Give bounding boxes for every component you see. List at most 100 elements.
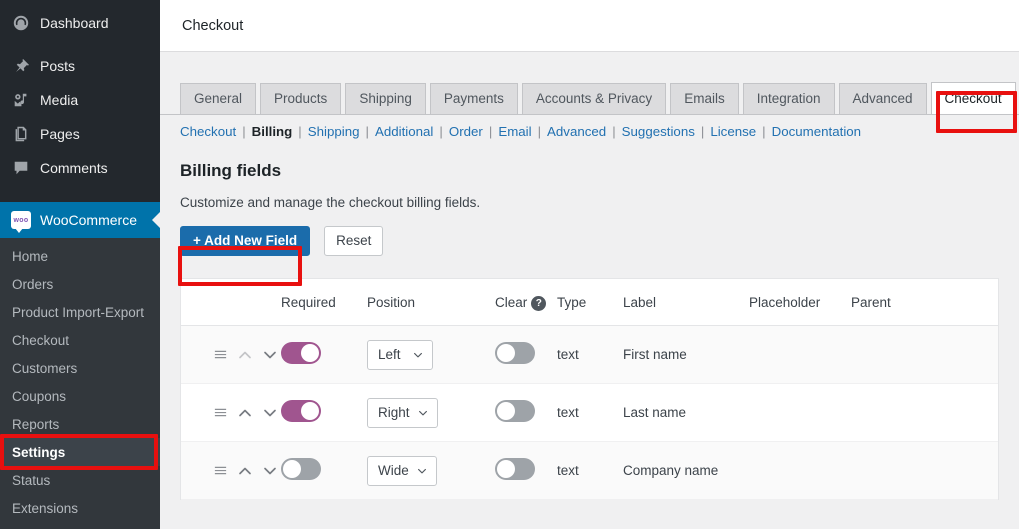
- submenu-item-label: Settings: [12, 444, 66, 460]
- submenu-item-home[interactable]: Home: [0, 242, 160, 270]
- tab-label: Checkout: [944, 91, 1002, 106]
- required-toggle[interactable]: [281, 458, 321, 480]
- submenu-item-label: Status: [12, 472, 51, 488]
- subnav-link-checkout[interactable]: Checkout: [180, 124, 236, 139]
- submenu-item-label: Reports: [12, 416, 60, 432]
- sidebar-divider: [0, 185, 160, 194]
- subnav-link-advanced[interactable]: Advanced: [547, 124, 606, 139]
- drag-handle-icon[interactable]: [213, 347, 228, 362]
- settings-content: General Products Shipping Payments Accou…: [160, 52, 1019, 500]
- sidebar-item-dashboard[interactable]: Dashboard: [0, 6, 160, 40]
- drag-handle-icon[interactable]: [213, 463, 228, 478]
- subnav-link-billing[interactable]: Billing: [252, 124, 293, 139]
- sidebar-item-pages[interactable]: Pages: [0, 117, 160, 151]
- move-up-icon[interactable]: [237, 347, 253, 363]
- subnav-separator: |: [488, 124, 493, 139]
- column-header-position: Position: [367, 279, 495, 326]
- subnav-link-email[interactable]: Email: [498, 124, 531, 139]
- submenu-item-customers[interactable]: Customers: [0, 354, 160, 382]
- add-new-field-button[interactable]: + Add New Field: [180, 226, 311, 256]
- tab-shipping[interactable]: Shipping: [345, 83, 426, 114]
- required-toggle[interactable]: [281, 400, 321, 422]
- chevron-down-icon: [416, 465, 428, 477]
- tab-payments[interactable]: Payments: [429, 83, 518, 114]
- position-select[interactable]: Right: [367, 397, 438, 428]
- subnav-separator: |: [537, 124, 542, 139]
- dashboard-icon: [11, 13, 31, 33]
- clear-toggle[interactable]: [495, 458, 535, 480]
- subnav-link-suggestions[interactable]: Suggestions: [622, 124, 695, 139]
- sidebar-divider: [0, 40, 160, 49]
- clear-toggle[interactable]: [495, 400, 535, 422]
- subnav-link-license[interactable]: License: [710, 124, 756, 139]
- sidebar-item-woocommerce[interactable]: woo WooCommerce: [0, 202, 161, 238]
- chevron-down-icon: [417, 407, 429, 419]
- tab-accounts-privacy[interactable]: Accounts & Privacy: [521, 83, 667, 114]
- subnav-link-documentation[interactable]: Documentation: [772, 124, 861, 139]
- tab-label: Products: [274, 91, 328, 106]
- move-up-icon[interactable]: [237, 405, 253, 421]
- drag-handle-icon[interactable]: [213, 405, 228, 420]
- sidebar-item-posts[interactable]: Posts: [0, 49, 160, 83]
- submenu-item-coupons[interactable]: Coupons: [0, 382, 160, 410]
- parent-cell: [851, 383, 998, 442]
- sidebar-item-media[interactable]: Media: [0, 83, 160, 117]
- tab-products[interactable]: Products: [260, 83, 342, 114]
- settings-tabs: General Products Shipping Payments Accou…: [160, 82, 1019, 115]
- clear-cell: [495, 441, 557, 500]
- submenu-item-reports[interactable]: Reports: [0, 410, 160, 438]
- tab-label: General: [194, 91, 243, 106]
- position-select[interactable]: Wide: [367, 455, 437, 486]
- move-up-icon[interactable]: [237, 463, 253, 479]
- admin-sidebar: Dashboard Posts Media Pages Comments woo…: [0, 0, 161, 529]
- media-icon: [11, 90, 31, 110]
- tab-label: Payments: [443, 91, 504, 106]
- subnav-link-shipping[interactable]: Shipping: [308, 124, 360, 139]
- required-toggle[interactable]: [281, 342, 321, 364]
- position-select[interactable]: Left: [367, 339, 433, 370]
- submenu-item-settings[interactable]: Settings: [0, 438, 160, 466]
- subnav-separator: |: [439, 124, 443, 139]
- subnav-link-order[interactable]: Order: [449, 124, 483, 139]
- move-down-icon[interactable]: [262, 347, 278, 363]
- label-cell: Company name: [623, 441, 749, 500]
- submenu-item-orders[interactable]: Orders: [0, 270, 160, 298]
- subnav-separator: |: [365, 124, 369, 139]
- tab-emails[interactable]: Emails: [670, 83, 739, 114]
- submenu-item-product-import-export[interactable]: Product Import-Export: [0, 298, 160, 326]
- column-header-handle: [181, 279, 281, 326]
- table-row: Left text First name: [181, 325, 998, 384]
- tab-advanced[interactable]: Advanced: [838, 83, 927, 114]
- submenu-item-label: Home: [12, 248, 49, 264]
- help-icon[interactable]: ?: [531, 296, 547, 311]
- subnav-separator: |: [242, 124, 246, 139]
- reset-button[interactable]: Reset: [324, 226, 384, 256]
- chevron-down-icon: [412, 349, 424, 361]
- toggle-knob: [497, 402, 515, 420]
- column-header-required: Required: [281, 279, 367, 326]
- type-cell: text: [557, 441, 623, 500]
- column-header-label: Label: [623, 279, 749, 326]
- submenu-item-label: Product Import-Export: [12, 304, 145, 320]
- tab-integration[interactable]: Integration: [742, 83, 835, 114]
- tab-checkout[interactable]: Checkout: [930, 82, 1016, 114]
- tab-general[interactable]: General: [180, 83, 257, 114]
- submenu-item-checkout[interactable]: Checkout: [0, 326, 160, 354]
- clear-toggle[interactable]: [495, 342, 535, 364]
- submenu-item-status[interactable]: Status: [0, 466, 160, 494]
- subnav-link-additional[interactable]: Additional: [375, 124, 433, 139]
- required-cell: [281, 383, 367, 442]
- submenu-item-label: Extensions: [12, 500, 79, 516]
- column-header-clear: Clear ?: [495, 279, 557, 326]
- move-down-icon[interactable]: [262, 405, 278, 421]
- section-description: Customize and manage the checkout billin…: [180, 195, 481, 210]
- parent-cell: [851, 325, 998, 384]
- section-title: Billing fields: [180, 161, 282, 180]
- submenu-item-extensions[interactable]: Extensions: [0, 494, 160, 522]
- position-select-value: Wide: [378, 463, 409, 478]
- woocommerce-icon: woo: [11, 210, 31, 233]
- subnav-separator: |: [762, 124, 766, 139]
- page-title: Checkout: [182, 17, 244, 34]
- move-down-icon[interactable]: [262, 463, 278, 479]
- sidebar-item-comments[interactable]: Comments: [0, 151, 160, 185]
